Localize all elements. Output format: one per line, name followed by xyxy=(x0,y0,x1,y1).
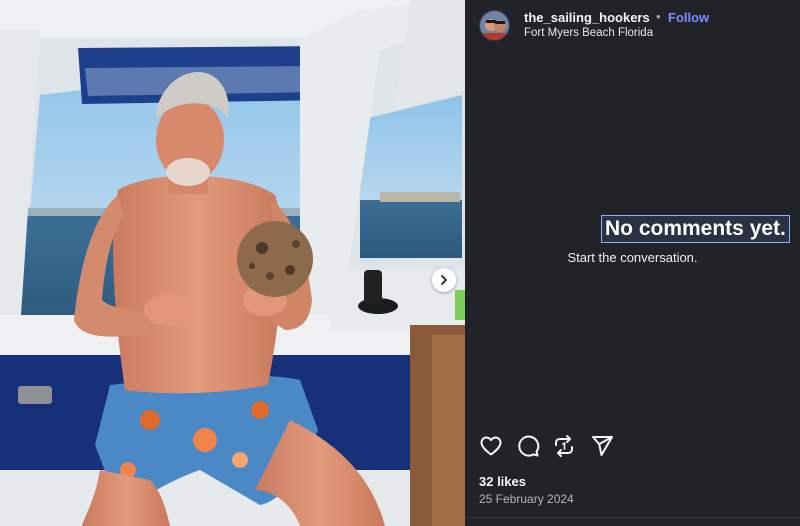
comment-icon[interactable] xyxy=(516,434,540,458)
separator-dot: • xyxy=(656,9,661,24)
post-header: the_sailing_hookers • Follow Fort Myers … xyxy=(465,0,800,50)
follow-button[interactable]: Follow xyxy=(668,10,709,25)
like-count[interactable]: 32 likes xyxy=(479,474,526,489)
share-icon[interactable] xyxy=(590,434,614,458)
location-link[interactable]: Fort Myers Beach Florida xyxy=(524,27,653,39)
post-photo[interactable] xyxy=(0,0,465,526)
avatar[interactable] xyxy=(479,10,510,41)
start-conversation-text: Start the conversation. xyxy=(567,250,698,265)
photo-illustration xyxy=(0,0,465,526)
divider xyxy=(465,517,800,518)
repost-icon[interactable] xyxy=(552,434,576,458)
avatar-image xyxy=(480,11,509,40)
post-date: 25 February 2024 xyxy=(479,492,574,506)
username-link[interactable]: the_sailing_hookers xyxy=(524,10,650,25)
heart-icon[interactable] xyxy=(479,434,503,458)
post-sidebar: the_sailing_hookers • Follow Fort Myers … xyxy=(465,0,800,526)
chevron-right-icon xyxy=(441,275,447,285)
next-photo-button[interactable] xyxy=(432,268,456,292)
no-comments-title: No comments yet. xyxy=(601,215,790,243)
